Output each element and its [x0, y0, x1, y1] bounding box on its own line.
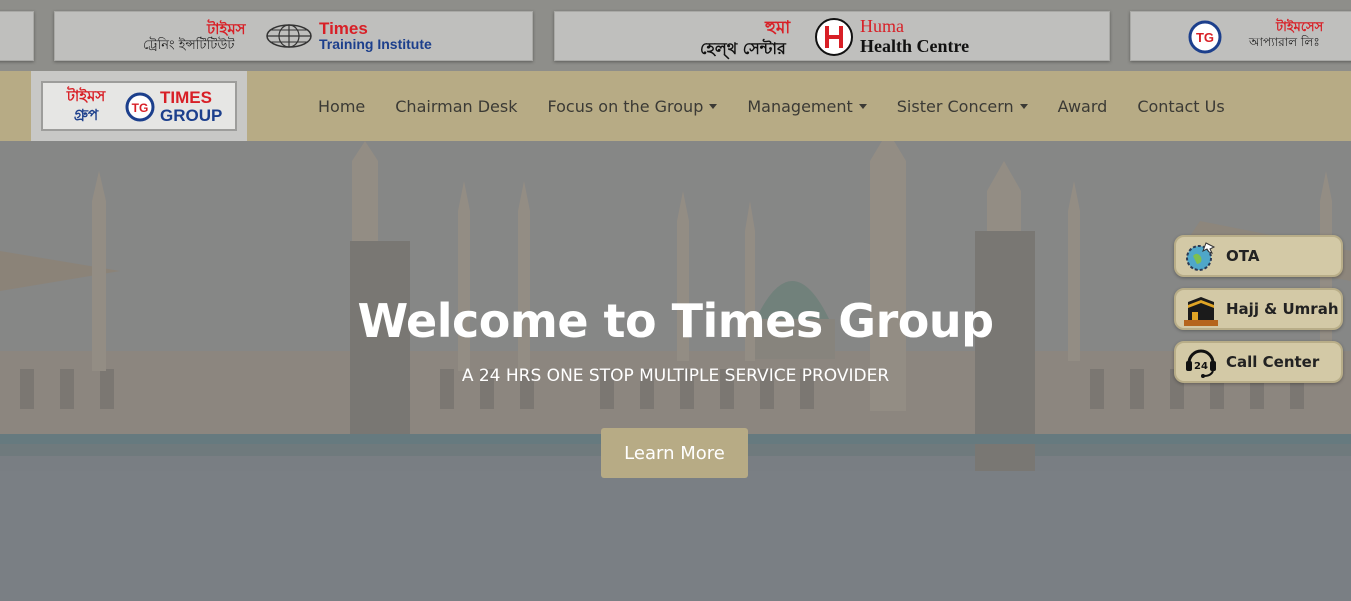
nav-contact-us-label: Contact Us: [1137, 96, 1225, 116]
call-center-label: Call Center: [1226, 353, 1320, 371]
ticker-card-bn-sub: হেল্থ সেন্টার: [700, 39, 786, 58]
nav-sister-concern-label: Sister Concern: [896, 96, 1014, 116]
hero-subtitle: A 24 HRS ONE STOP MULTIPLE SERVICE PROVI…: [461, 366, 890, 386]
ticker-card-en-sub: Training Institute: [319, 36, 432, 52]
hajj-umrah-button[interactable]: Hajj & Umrah: [1174, 288, 1343, 330]
svg-text:TG: TG: [132, 101, 149, 115]
call-24-icon: 24: [1186, 349, 1216, 378]
ota-label: OTA: [1226, 247, 1260, 265]
brand-en-line1: TIMES: [160, 88, 212, 107]
brand-en-text: TIMES GROUP: [160, 89, 222, 125]
ticker-card-bn-sub: আপ্যারাল লিঃ: [1249, 35, 1320, 49]
nav-award-label: Award: [1057, 96, 1108, 116]
chevron-down-icon: [709, 103, 718, 109]
tg-logo-icon: TG: [125, 92, 155, 122]
tg-logo-icon: TG: [1188, 20, 1222, 54]
ticker-card-bn-sub: ট্রেনিং ইন্সটিটিউট: [143, 38, 235, 53]
ticker-card-partial-left[interactable]: [0, 11, 34, 61]
call-badge: 24: [1194, 361, 1208, 372]
brand-en-line2: GROUP: [160, 106, 223, 125]
nav-chairman-desk-label: Chairman Desk: [395, 96, 518, 116]
nav-menu: Home Chairman Desk Focus on the Group Ma…: [303, 71, 1240, 141]
ticker-card-times-training[interactable]: টাইমস ট্রেনিং ইন্সটিটিউট Times Training …: [54, 11, 533, 61]
nav-home[interactable]: Home: [318, 97, 365, 116]
brand-logo[interactable]: টাইমস গ্রুপ TG TIMES GROUP: [31, 71, 247, 141]
nav-management[interactable]: Management: [747, 96, 867, 116]
globe-icon: [266, 24, 312, 48]
learn-more-button[interactable]: Learn More: [601, 428, 748, 478]
brand-bn-line2: গ্রুপ: [73, 106, 99, 124]
hajj-umrah-label: Hajj & Umrah: [1226, 300, 1339, 318]
ticker-card-times-apparel[interactable]: TG টাইমসেস আপ্যারাল লিঃ: [1130, 11, 1351, 61]
hero-title: Welcome to Times Group: [357, 294, 994, 348]
chevron-down-icon: [1019, 103, 1028, 109]
nav-award[interactable]: Award: [1058, 97, 1108, 116]
nav-management-label: Management: [747, 96, 853, 116]
kaaba-icon: [1184, 297, 1218, 326]
partner-logo-ticker: টাইমস ট্রেনিং ইন্সটিটিউট Times Training …: [0, 0, 1351, 71]
nav-chairman-desk[interactable]: Chairman Desk: [395, 97, 517, 116]
nav-home-label: Home: [318, 96, 366, 116]
nav-sister-concern[interactable]: Sister Concern: [897, 97, 1028, 116]
nav-contact-us[interactable]: Contact Us: [1137, 97, 1224, 116]
chevron-down-icon: [858, 103, 867, 109]
main-navbar: টাইমস গ্রুপ TG TIMES GROUP Home Chairman…: [0, 71, 1351, 141]
svg-text:TG: TG: [1196, 30, 1214, 45]
ticker-card-en-title: Huma: [860, 16, 904, 36]
hero-section: Welcome to Times Group A 24 HRS ONE STOP…: [0, 141, 1351, 601]
globe-plane-icon: [1186, 242, 1216, 271]
brand-logo-frame: টাইমস গ্রুপ TG TIMES GROUP: [41, 81, 237, 131]
ticker-card-en-sub: Health Centre: [860, 36, 970, 56]
ticker-card-huma-health[interactable]: হুমা হেল্থ সেন্টার Huma Health Centre: [554, 11, 1110, 61]
brand-bn-text: টাইমস গ্রুপ: [51, 87, 121, 125]
ota-button[interactable]: OTA: [1174, 235, 1343, 277]
call-center-button[interactable]: 24 Call Center: [1174, 341, 1343, 383]
nav-focus-on-the-group[interactable]: Focus on the Group: [548, 97, 718, 116]
brand-bn-line1: টাইমস: [66, 87, 106, 105]
health-cross-icon: [815, 18, 853, 56]
nav-focus-label: Focus on the Group: [547, 96, 704, 116]
